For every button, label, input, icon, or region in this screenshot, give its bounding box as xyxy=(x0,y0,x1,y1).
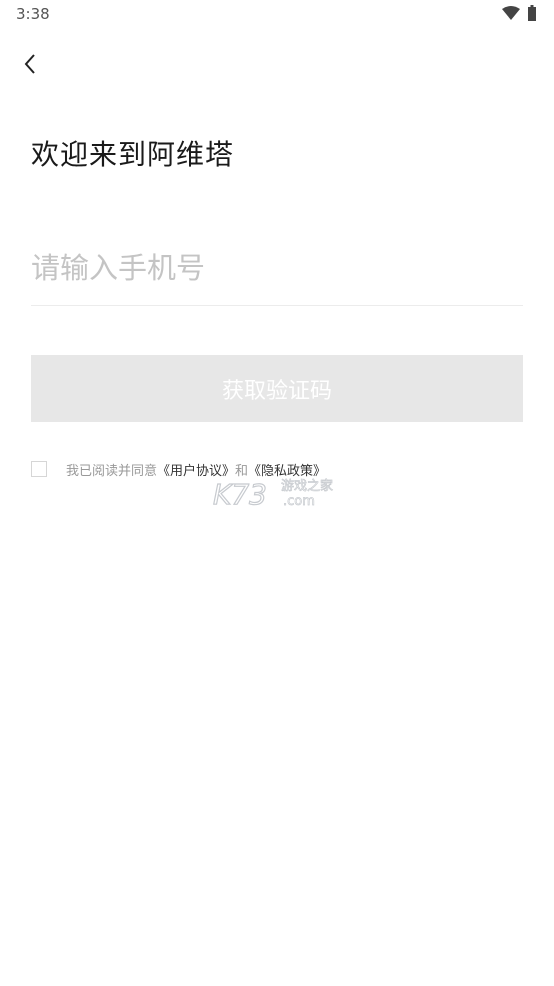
watermark-domain: .com xyxy=(283,494,315,509)
phone-input[interactable] xyxy=(31,240,523,296)
status-time: 3:38 xyxy=(16,5,50,23)
watermark-tagline: 游戏之家 xyxy=(281,478,333,494)
back-button[interactable] xyxy=(14,48,46,80)
battery-icon xyxy=(528,5,536,21)
watermark-logo-text: K73 xyxy=(213,478,267,510)
agree-checkbox[interactable] xyxy=(31,461,47,477)
agreement-prefix: 我已阅读并同意 xyxy=(66,463,158,479)
chevron-left-icon xyxy=(24,54,35,74)
welcome-title: 欢迎来到阿维塔 xyxy=(31,138,235,171)
get-code-button[interactable]: 获取验证码 xyxy=(31,355,523,422)
input-divider xyxy=(31,305,523,306)
watermark-logo: K73 游戏之家 .com xyxy=(213,477,333,510)
status-bar: 3:38 xyxy=(0,0,554,28)
wifi-icon xyxy=(502,6,520,20)
